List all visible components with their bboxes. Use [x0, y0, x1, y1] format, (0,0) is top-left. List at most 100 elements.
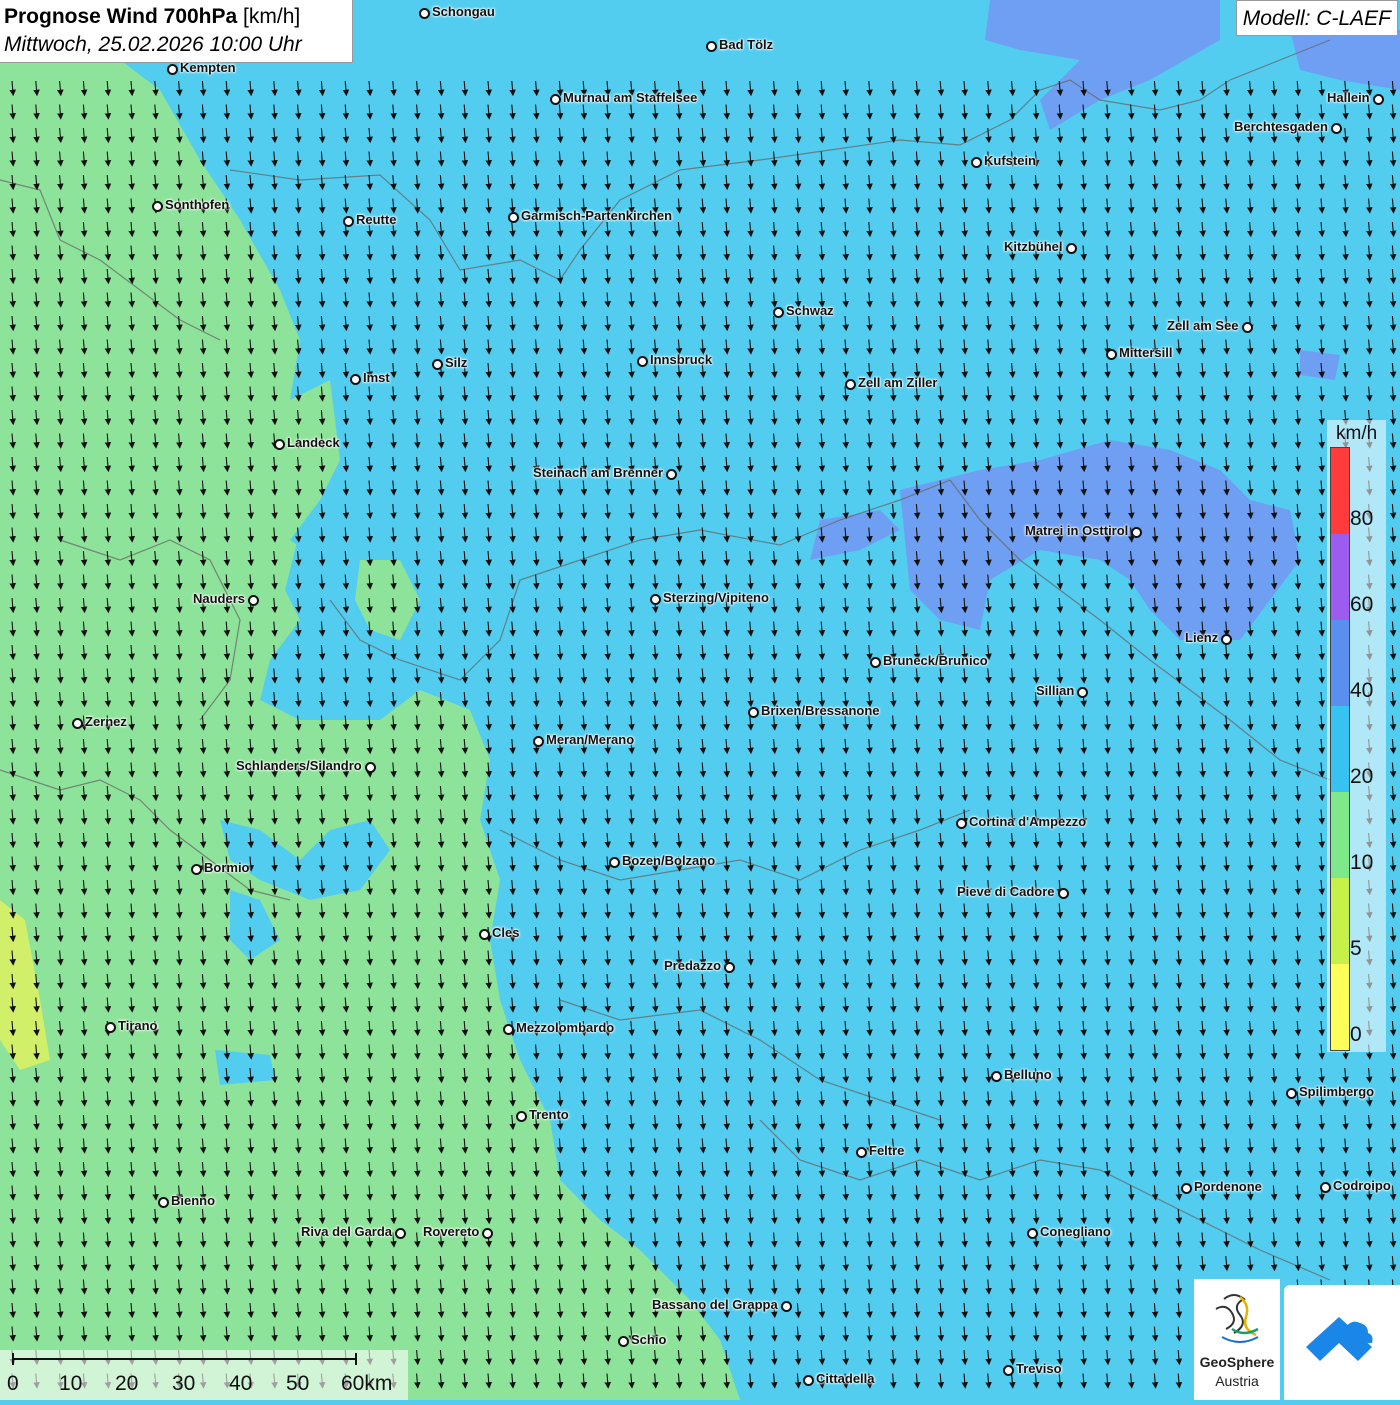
city-label[interactable]: Trento — [529, 1108, 569, 1122]
city-marker[interactable] — [748, 707, 759, 718]
city-marker[interactable] — [1221, 634, 1232, 645]
city-label[interactable]: Cles — [492, 926, 519, 940]
city-label[interactable]: Codroipo — [1333, 1179, 1391, 1193]
city-label[interactable]: Innsbruck — [650, 353, 712, 367]
city-label[interactable]: Schwaz — [786, 304, 834, 318]
city-label[interactable]: Cortina d'Ampezzo — [969, 815, 1086, 829]
city-label[interactable]: Bormio — [204, 861, 250, 875]
city-marker[interactable] — [533, 736, 544, 747]
city-label[interactable]: Pordenone — [1194, 1180, 1262, 1194]
city-marker[interactable] — [1058, 888, 1069, 899]
geosphere-logo[interactable]: GeoSphere Austria — [1194, 1279, 1280, 1400]
city-label[interactable]: Kitzbühel — [1004, 240, 1063, 254]
city-marker[interactable] — [781, 1301, 792, 1312]
city-label[interactable]: Zernez — [85, 715, 127, 729]
city-marker[interactable] — [395, 1228, 406, 1239]
app-logo[interactable] — [1284, 1285, 1400, 1400]
city-label[interactable]: Schongau — [432, 5, 495, 19]
city-label[interactable]: Bad Tölz — [719, 38, 773, 52]
city-marker[interactable] — [167, 64, 178, 75]
city-label[interactable]: Bozen/Bolzano — [622, 854, 715, 868]
city-label[interactable]: Cittadella — [816, 1372, 875, 1386]
city-marker[interactable] — [1373, 94, 1384, 105]
city-marker[interactable] — [1131, 527, 1142, 538]
city-marker[interactable] — [1320, 1182, 1331, 1193]
city-marker[interactable] — [856, 1147, 867, 1158]
city-label[interactable]: Meran/Merano — [546, 733, 634, 747]
city-label[interactable]: Zell am Ziller — [858, 376, 937, 390]
city-label[interactable]: Imst — [363, 371, 390, 385]
city-label[interactable]: Matrei in Osttirol — [1025, 524, 1128, 538]
city-marker[interactable] — [971, 157, 982, 168]
city-marker[interactable] — [870, 657, 881, 668]
city-marker[interactable] — [508, 212, 519, 223]
city-marker[interactable] — [248, 595, 259, 606]
city-marker[interactable] — [666, 469, 677, 480]
city-label[interactable]: Landeck — [287, 436, 340, 450]
city-label[interactable]: Pieve di Cadore — [957, 885, 1055, 899]
city-marker[interactable] — [637, 356, 648, 367]
city-label[interactable]: Silz — [445, 356, 467, 370]
city-marker[interactable] — [503, 1024, 514, 1035]
city-label[interactable]: Berchtesgaden — [1234, 120, 1328, 134]
city-marker[interactable] — [1066, 243, 1077, 254]
city-label[interactable]: Conegliano — [1040, 1225, 1111, 1239]
city-marker[interactable] — [845, 379, 856, 390]
city-marker[interactable] — [1003, 1365, 1014, 1376]
city-label[interactable]: Hallein — [1327, 91, 1370, 105]
city-marker[interactable] — [1106, 349, 1117, 360]
city-marker[interactable] — [152, 201, 163, 212]
city-label[interactable]: Schlanders/Silandro — [236, 759, 362, 773]
city-marker[interactable] — [1181, 1183, 1192, 1194]
city-label[interactable]: Spilimbergo — [1299, 1085, 1374, 1099]
city-label[interactable]: Steinach am Brenner — [533, 466, 663, 480]
city-marker[interactable] — [516, 1111, 527, 1122]
city-label[interactable]: Mezzolombardo — [516, 1021, 614, 1035]
city-marker[interactable] — [1331, 123, 1342, 134]
city-marker[interactable] — [618, 1336, 629, 1347]
city-marker[interactable] — [482, 1228, 493, 1239]
city-label[interactable]: Mittersill — [1119, 346, 1172, 360]
city-label[interactable]: Kempten — [180, 61, 236, 75]
city-marker[interactable] — [343, 216, 354, 227]
city-label[interactable]: Predazzo — [664, 959, 721, 973]
city-label[interactable]: Bassano del Grappa — [652, 1298, 778, 1312]
city-marker[interactable] — [432, 359, 443, 370]
city-label[interactable]: Tirano — [118, 1019, 158, 1033]
city-label[interactable]: Rovereto — [423, 1225, 479, 1239]
city-label[interactable]: Reutte — [356, 213, 396, 227]
city-marker[interactable] — [419, 8, 430, 19]
city-marker[interactable] — [724, 962, 735, 973]
city-marker[interactable] — [72, 718, 83, 729]
city-marker[interactable] — [1077, 687, 1088, 698]
city-label[interactable]: Sterzing/Vipiteno — [663, 591, 769, 605]
city-label[interactable]: Bienno — [171, 1194, 215, 1208]
city-marker[interactable] — [773, 307, 784, 318]
city-label[interactable]: Garmisch-Partenkirchen — [521, 209, 672, 223]
city-label[interactable]: Feltre — [869, 1144, 904, 1158]
city-marker[interactable] — [550, 94, 561, 105]
city-marker[interactable] — [803, 1375, 814, 1386]
city-marker[interactable] — [191, 864, 202, 875]
city-label[interactable]: Treviso — [1016, 1362, 1062, 1376]
city-label[interactable]: Sillian — [1036, 684, 1074, 698]
city-marker[interactable] — [479, 929, 490, 940]
city-marker[interactable] — [274, 439, 285, 450]
city-marker[interactable] — [956, 818, 967, 829]
city-marker[interactable] — [105, 1022, 116, 1033]
city-label[interactable]: Lienz — [1185, 631, 1218, 645]
city-marker[interactable] — [706, 41, 717, 52]
city-marker[interactable] — [350, 374, 361, 385]
city-label[interactable]: Riva del Garda — [301, 1225, 392, 1239]
city-label[interactable]: Kufstein — [984, 154, 1036, 168]
city-label[interactable]: Bruneck/Brunico — [883, 654, 988, 668]
city-label[interactable]: Schio — [631, 1333, 666, 1347]
city-marker[interactable] — [650, 594, 661, 605]
city-label[interactable]: Murnau am Staffelsee — [563, 91, 697, 105]
city-marker[interactable] — [365, 762, 376, 773]
city-label[interactable]: Brixen/Bressanone — [761, 704, 880, 718]
city-marker[interactable] — [1242, 322, 1253, 333]
city-label[interactable]: Nauders — [193, 592, 245, 606]
city-label[interactable]: Sonthofen — [165, 198, 229, 212]
city-marker[interactable] — [158, 1197, 169, 1208]
